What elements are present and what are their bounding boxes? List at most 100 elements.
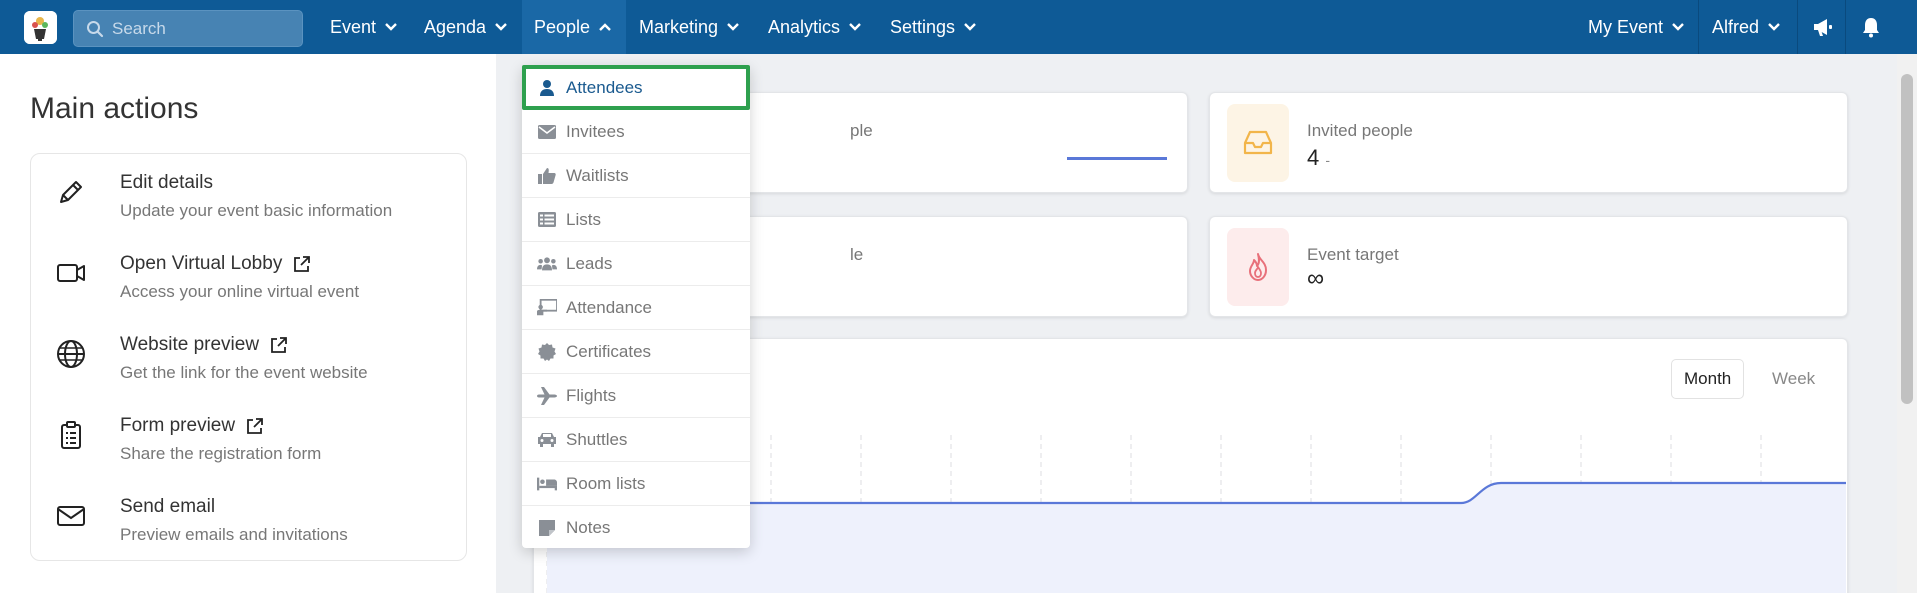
stat-value: ∞ bbox=[1307, 265, 1325, 292]
event-selector[interactable]: My Event bbox=[1588, 0, 1685, 54]
menu-item-certificates[interactable]: Certificates bbox=[522, 330, 750, 374]
nav-analytics-label: Analytics bbox=[768, 16, 841, 37]
action-description: Share the registration form bbox=[120, 444, 322, 463]
nav-people-label: People bbox=[534, 16, 591, 37]
bed-icon bbox=[537, 474, 557, 494]
menu-item-invitees[interactable]: Invitees bbox=[522, 110, 750, 154]
user-menu-label: Alfred bbox=[1712, 16, 1760, 37]
stat-card-people: ple bbox=[729, 92, 1188, 193]
stat-card-event-target: Event target ∞ bbox=[1209, 216, 1848, 317]
stat-card-invited-people: Invited people 4 - bbox=[1209, 92, 1848, 193]
page-scrollbar[interactable] bbox=[1897, 54, 1917, 593]
action-form-preview[interactable]: Form preview Share the registration form bbox=[31, 403, 468, 473]
menu-item-notes[interactable]: Notes bbox=[522, 506, 750, 550]
progress-bar bbox=[1067, 157, 1167, 160]
stat-label: Invited people bbox=[1307, 121, 1413, 140]
app-logo[interactable] bbox=[24, 11, 57, 44]
action-title: Open Virtual Lobby bbox=[120, 253, 312, 275]
inbox-icon-box bbox=[1227, 104, 1289, 182]
people-dropdown-menu: Attendees Invitees Waitlists Lists Leads… bbox=[522, 65, 750, 548]
actions-card: Edit details Update your event basic inf… bbox=[30, 153, 467, 561]
action-title: Website preview bbox=[120, 334, 289, 356]
menu-item-label: Room lists bbox=[566, 473, 646, 493]
action-open-virtual-lobby[interactable]: Open Virtual Lobby Access your online vi… bbox=[31, 241, 468, 311]
car-icon bbox=[537, 430, 557, 450]
chevron-down-icon bbox=[385, 23, 397, 31]
stat-label: ple bbox=[850, 121, 873, 140]
stat-card-people-2: le bbox=[729, 216, 1188, 317]
nav-agenda[interactable]: Agenda bbox=[424, 0, 508, 54]
chevron-down-icon bbox=[495, 23, 507, 31]
user-menu[interactable]: Alfred bbox=[1712, 0, 1781, 54]
search-box[interactable] bbox=[73, 10, 303, 47]
stat-value: 4 - bbox=[1307, 145, 1331, 170]
menu-item-label: Certificates bbox=[566, 341, 652, 361]
logo-icon bbox=[24, 11, 57, 44]
menu-item-room-lists[interactable]: Room lists bbox=[522, 462, 750, 506]
action-description: Access your online virtual event bbox=[120, 282, 360, 301]
bell-icon[interactable] bbox=[1859, 15, 1883, 39]
clipboard-icon bbox=[61, 421, 81, 449]
menu-item-attendance[interactable]: Attendance bbox=[522, 286, 750, 330]
menu-item-label: Leads bbox=[566, 253, 613, 273]
menu-item-shuttles[interactable]: Shuttles bbox=[522, 418, 750, 462]
chalkboard-icon bbox=[537, 298, 557, 318]
pencil-icon bbox=[60, 181, 82, 203]
nav-event-label: Event bbox=[330, 16, 377, 37]
menu-item-label: Notes bbox=[566, 518, 611, 537]
menu-item-attendees[interactable]: Attendees bbox=[522, 65, 750, 110]
event-selector-label: My Event bbox=[1588, 16, 1664, 37]
action-website-preview[interactable]: Website preview Get the link for the eve… bbox=[31, 322, 468, 392]
chevron-down-icon bbox=[727, 23, 739, 31]
menu-item-leads[interactable]: Leads bbox=[522, 242, 750, 286]
action-description: Preview emails and invitations bbox=[120, 525, 348, 544]
chevron-up-icon bbox=[599, 23, 611, 31]
nav-divider bbox=[1698, 0, 1699, 54]
external-link-icon bbox=[294, 256, 311, 272]
user-icon bbox=[537, 78, 557, 98]
video-icon bbox=[57, 264, 85, 282]
megaphone-icon[interactable] bbox=[1811, 15, 1835, 39]
scrollbar-thumb[interactable] bbox=[1901, 74, 1913, 404]
search-icon bbox=[87, 20, 104, 37]
menu-item-label: Invitees bbox=[566, 121, 625, 141]
chevron-down-icon bbox=[849, 23, 861, 31]
fire-icon-box bbox=[1227, 228, 1289, 306]
envelope-icon bbox=[57, 506, 85, 526]
nav-analytics[interactable]: Analytics bbox=[768, 0, 862, 54]
menu-item-label: Waitlists bbox=[566, 165, 629, 185]
nav-settings-label: Settings bbox=[890, 16, 956, 37]
envelope-icon bbox=[537, 122, 557, 142]
nav-divider bbox=[1845, 0, 1846, 54]
menu-item-waitlists[interactable]: Waitlists bbox=[522, 154, 750, 198]
external-link-icon bbox=[271, 337, 287, 353]
plane-icon bbox=[537, 386, 557, 406]
stat-label: le bbox=[850, 245, 864, 264]
chevron-down-icon bbox=[1768, 23, 1780, 31]
list-icon bbox=[537, 210, 557, 230]
action-send-email[interactable]: Send email Preview emails and invitation… bbox=[31, 484, 468, 554]
action-title: Edit details bbox=[120, 172, 213, 193]
nav-marketing[interactable]: Marketing bbox=[639, 0, 740, 54]
note-icon bbox=[537, 518, 557, 538]
menu-item-label: Attendees bbox=[566, 77, 643, 97]
fire-icon bbox=[1249, 253, 1267, 281]
chevron-down-icon bbox=[1672, 23, 1684, 31]
action-description: Update your event basic information bbox=[120, 201, 393, 220]
nav-settings[interactable]: Settings bbox=[890, 0, 977, 54]
nav-event[interactable]: Event bbox=[330, 0, 398, 54]
search-input[interactable] bbox=[112, 18, 292, 39]
stat-label: Event target bbox=[1307, 245, 1399, 264]
menu-item-lists[interactable]: Lists bbox=[522, 198, 750, 242]
toggle-week[interactable]: Week bbox=[1760, 359, 1827, 399]
nav-divider bbox=[1797, 0, 1798, 54]
inbox-icon bbox=[1243, 130, 1273, 155]
menu-item-label: Attendance bbox=[566, 297, 653, 317]
action-title: Form preview bbox=[120, 415, 265, 437]
menu-item-flights[interactable]: Flights bbox=[522, 374, 750, 418]
action-edit-details[interactable]: Edit details Update your event basic inf… bbox=[31, 160, 468, 230]
toggle-month[interactable]: Month bbox=[1671, 359, 1745, 399]
menu-item-label: Shuttles bbox=[566, 429, 628, 449]
certificate-icon bbox=[537, 342, 557, 362]
nav-people[interactable]: People bbox=[522, 0, 626, 54]
